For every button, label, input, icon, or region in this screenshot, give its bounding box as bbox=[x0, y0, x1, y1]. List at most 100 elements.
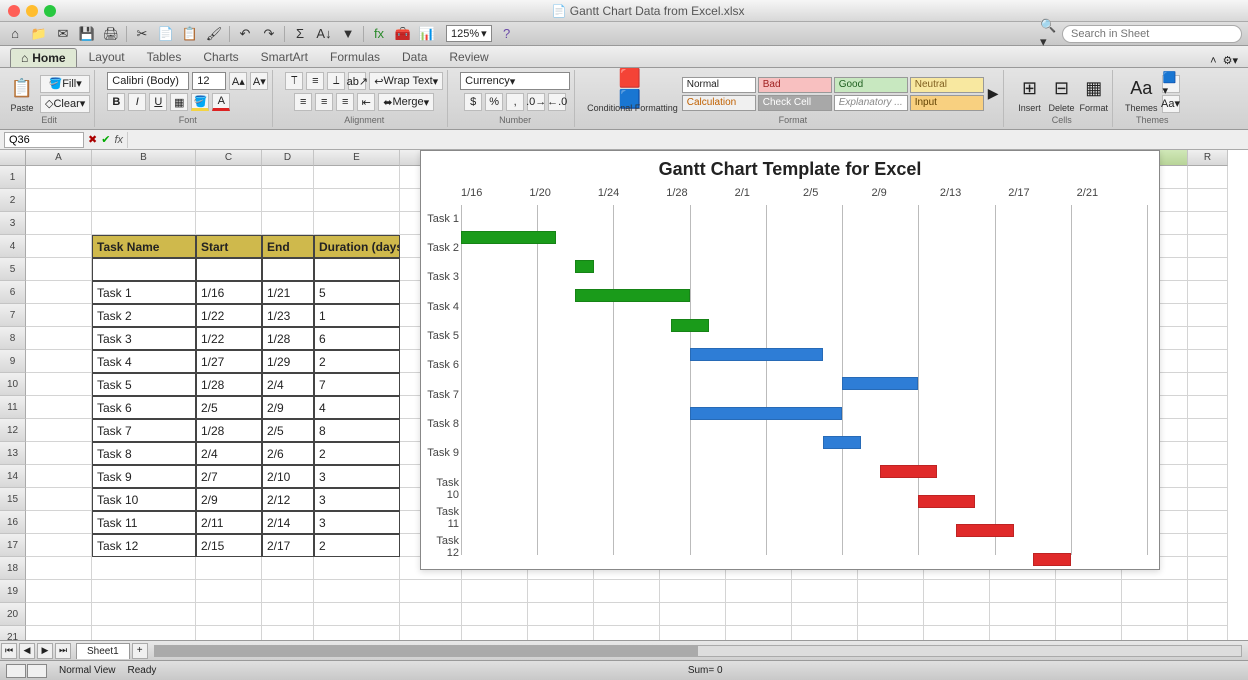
gantt-bar[interactable] bbox=[823, 436, 861, 449]
cell-R16[interactable] bbox=[1188, 511, 1228, 534]
tab-charts[interactable]: Charts bbox=[193, 47, 248, 67]
clear-button[interactable]: ◇ Clear ▾ bbox=[40, 95, 90, 113]
undo-icon[interactable]: ↶ bbox=[236, 25, 254, 43]
cell-B4[interactable]: Task Name bbox=[92, 235, 196, 258]
cell-F19[interactable] bbox=[400, 580, 462, 603]
minimize-icon[interactable] bbox=[26, 5, 38, 17]
align-center-icon[interactable]: ≡ bbox=[315, 93, 333, 111]
collapse-icon[interactable]: ˄ bbox=[1210, 55, 1216, 67]
cell-B8[interactable]: Task 3 bbox=[92, 327, 196, 350]
zoom-icon[interactable] bbox=[44, 5, 56, 17]
insert-cells-button[interactable]: ⊞Insert bbox=[1016, 75, 1044, 113]
cell-A1[interactable] bbox=[26, 166, 92, 189]
cell-E9[interactable]: 2 bbox=[314, 350, 400, 373]
cell-C3[interactable] bbox=[196, 212, 262, 235]
horizontal-scrollbar[interactable] bbox=[154, 645, 1242, 657]
cell-R20[interactable] bbox=[1188, 603, 1228, 626]
font-color-icon[interactable]: A bbox=[212, 93, 230, 111]
style-check-cell[interactable]: Check Cell bbox=[758, 95, 832, 111]
cell-A13[interactable] bbox=[26, 442, 92, 465]
cell-N19[interactable] bbox=[924, 580, 990, 603]
cell-D3[interactable] bbox=[262, 212, 314, 235]
cell-E15[interactable]: 3 bbox=[314, 488, 400, 511]
tab-data[interactable]: Data bbox=[392, 47, 437, 67]
cell-R10[interactable] bbox=[1188, 373, 1228, 396]
fill-button[interactable]: 🪣 Fill ▾ bbox=[40, 75, 90, 93]
gantt-bar[interactable] bbox=[1033, 553, 1071, 566]
italic-button[interactable]: I bbox=[128, 93, 146, 111]
tab-layout[interactable]: Layout bbox=[79, 47, 135, 67]
cell-J20[interactable] bbox=[660, 603, 726, 626]
cell-C6[interactable]: 1/16 bbox=[196, 281, 262, 304]
cell-R12[interactable] bbox=[1188, 419, 1228, 442]
font-size-select[interactable]: 12 bbox=[192, 72, 226, 90]
toolbox-icon[interactable]: 🧰 bbox=[394, 25, 412, 43]
cell-A9[interactable] bbox=[26, 350, 92, 373]
cell-C14[interactable]: 2/7 bbox=[196, 465, 262, 488]
cell-C11[interactable]: 2/5 bbox=[196, 396, 262, 419]
folder-icon[interactable]: 📁 bbox=[30, 25, 48, 43]
cell-D5[interactable] bbox=[262, 258, 314, 281]
cell-R6[interactable] bbox=[1188, 281, 1228, 304]
cell-C8[interactable]: 1/22 bbox=[196, 327, 262, 350]
cell-D4[interactable]: End bbox=[262, 235, 314, 258]
last-sheet-icon[interactable]: ⏭ bbox=[55, 643, 71, 659]
cell-A12[interactable] bbox=[26, 419, 92, 442]
col-header-C[interactable]: C bbox=[196, 150, 262, 166]
cell-A10[interactable] bbox=[26, 373, 92, 396]
paste-button[interactable]: 📋Paste bbox=[8, 75, 36, 113]
cell-D18[interactable] bbox=[262, 557, 314, 580]
row-header-5[interactable]: 5 bbox=[0, 258, 26, 281]
tab-smartart[interactable]: SmartArt bbox=[251, 47, 318, 67]
tab-tables[interactable]: Tables bbox=[137, 47, 192, 67]
gantt-bar[interactable] bbox=[956, 524, 1013, 537]
cell-C15[interactable]: 2/9 bbox=[196, 488, 262, 511]
cell-M20[interactable] bbox=[858, 603, 924, 626]
conditional-formatting-button[interactable]: 🟥🟦Conditional Formatting bbox=[587, 75, 678, 113]
cell-D11[interactable]: 2/9 bbox=[262, 396, 314, 419]
align-bottom-icon[interactable]: ⟘ bbox=[327, 72, 345, 90]
cell-H20[interactable] bbox=[528, 603, 594, 626]
wrap-text-button[interactable]: ↩ Wrap Text ▾ bbox=[369, 72, 443, 90]
row-header-15[interactable]: 15 bbox=[0, 488, 26, 511]
cell-B12[interactable]: Task 7 bbox=[92, 419, 196, 442]
row-header-1[interactable]: 1 bbox=[0, 166, 26, 189]
cell-K19[interactable] bbox=[726, 580, 792, 603]
cell-E19[interactable] bbox=[314, 580, 400, 603]
percent-icon[interactable]: % bbox=[485, 93, 503, 111]
indent-left-icon[interactable]: ⇤ bbox=[357, 93, 375, 111]
cell-E18[interactable] bbox=[314, 557, 400, 580]
cell-C13[interactable]: 2/4 bbox=[196, 442, 262, 465]
cell-E7[interactable]: 1 bbox=[314, 304, 400, 327]
enter-icon[interactable]: ✔ bbox=[101, 133, 110, 146]
cell-A17[interactable] bbox=[26, 534, 92, 557]
cell-C12[interactable]: 1/28 bbox=[196, 419, 262, 442]
cell-B1[interactable] bbox=[92, 166, 196, 189]
gantt-bar[interactable] bbox=[690, 407, 842, 420]
style-explanatory[interactable]: Explanatory ... bbox=[834, 95, 908, 111]
page-layout-view-icon[interactable] bbox=[27, 664, 47, 678]
cell-B7[interactable]: Task 2 bbox=[92, 304, 196, 327]
cell-C17[interactable]: 2/15 bbox=[196, 534, 262, 557]
theme-colors-icon[interactable]: 🟦▾ bbox=[1162, 75, 1180, 93]
cell-L19[interactable] bbox=[792, 580, 858, 603]
name-box[interactable] bbox=[4, 132, 84, 148]
cell-A20[interactable] bbox=[26, 603, 92, 626]
gantt-bar[interactable] bbox=[880, 465, 937, 478]
gantt-bar[interactable] bbox=[671, 319, 709, 332]
underline-button[interactable]: U bbox=[149, 93, 167, 111]
tab-home[interactable]: ⌂ Home bbox=[10, 48, 77, 67]
cell-A7[interactable] bbox=[26, 304, 92, 327]
cell-B14[interactable]: Task 9 bbox=[92, 465, 196, 488]
cell-E10[interactable]: 7 bbox=[314, 373, 400, 396]
theme-fonts-icon[interactable]: Aa▾ bbox=[1162, 95, 1180, 113]
gear-icon[interactable]: ⚙▾ bbox=[1223, 54, 1238, 67]
prev-sheet-icon[interactable]: ◀ bbox=[19, 643, 35, 659]
gantt-bar[interactable] bbox=[575, 289, 689, 302]
cell-A3[interactable] bbox=[26, 212, 92, 235]
cell-I19[interactable] bbox=[594, 580, 660, 603]
cell-R14[interactable] bbox=[1188, 465, 1228, 488]
row-header-11[interactable]: 11 bbox=[0, 396, 26, 419]
cell-C4[interactable]: Start bbox=[196, 235, 262, 258]
delete-cells-button[interactable]: ⊟Delete bbox=[1048, 75, 1076, 113]
